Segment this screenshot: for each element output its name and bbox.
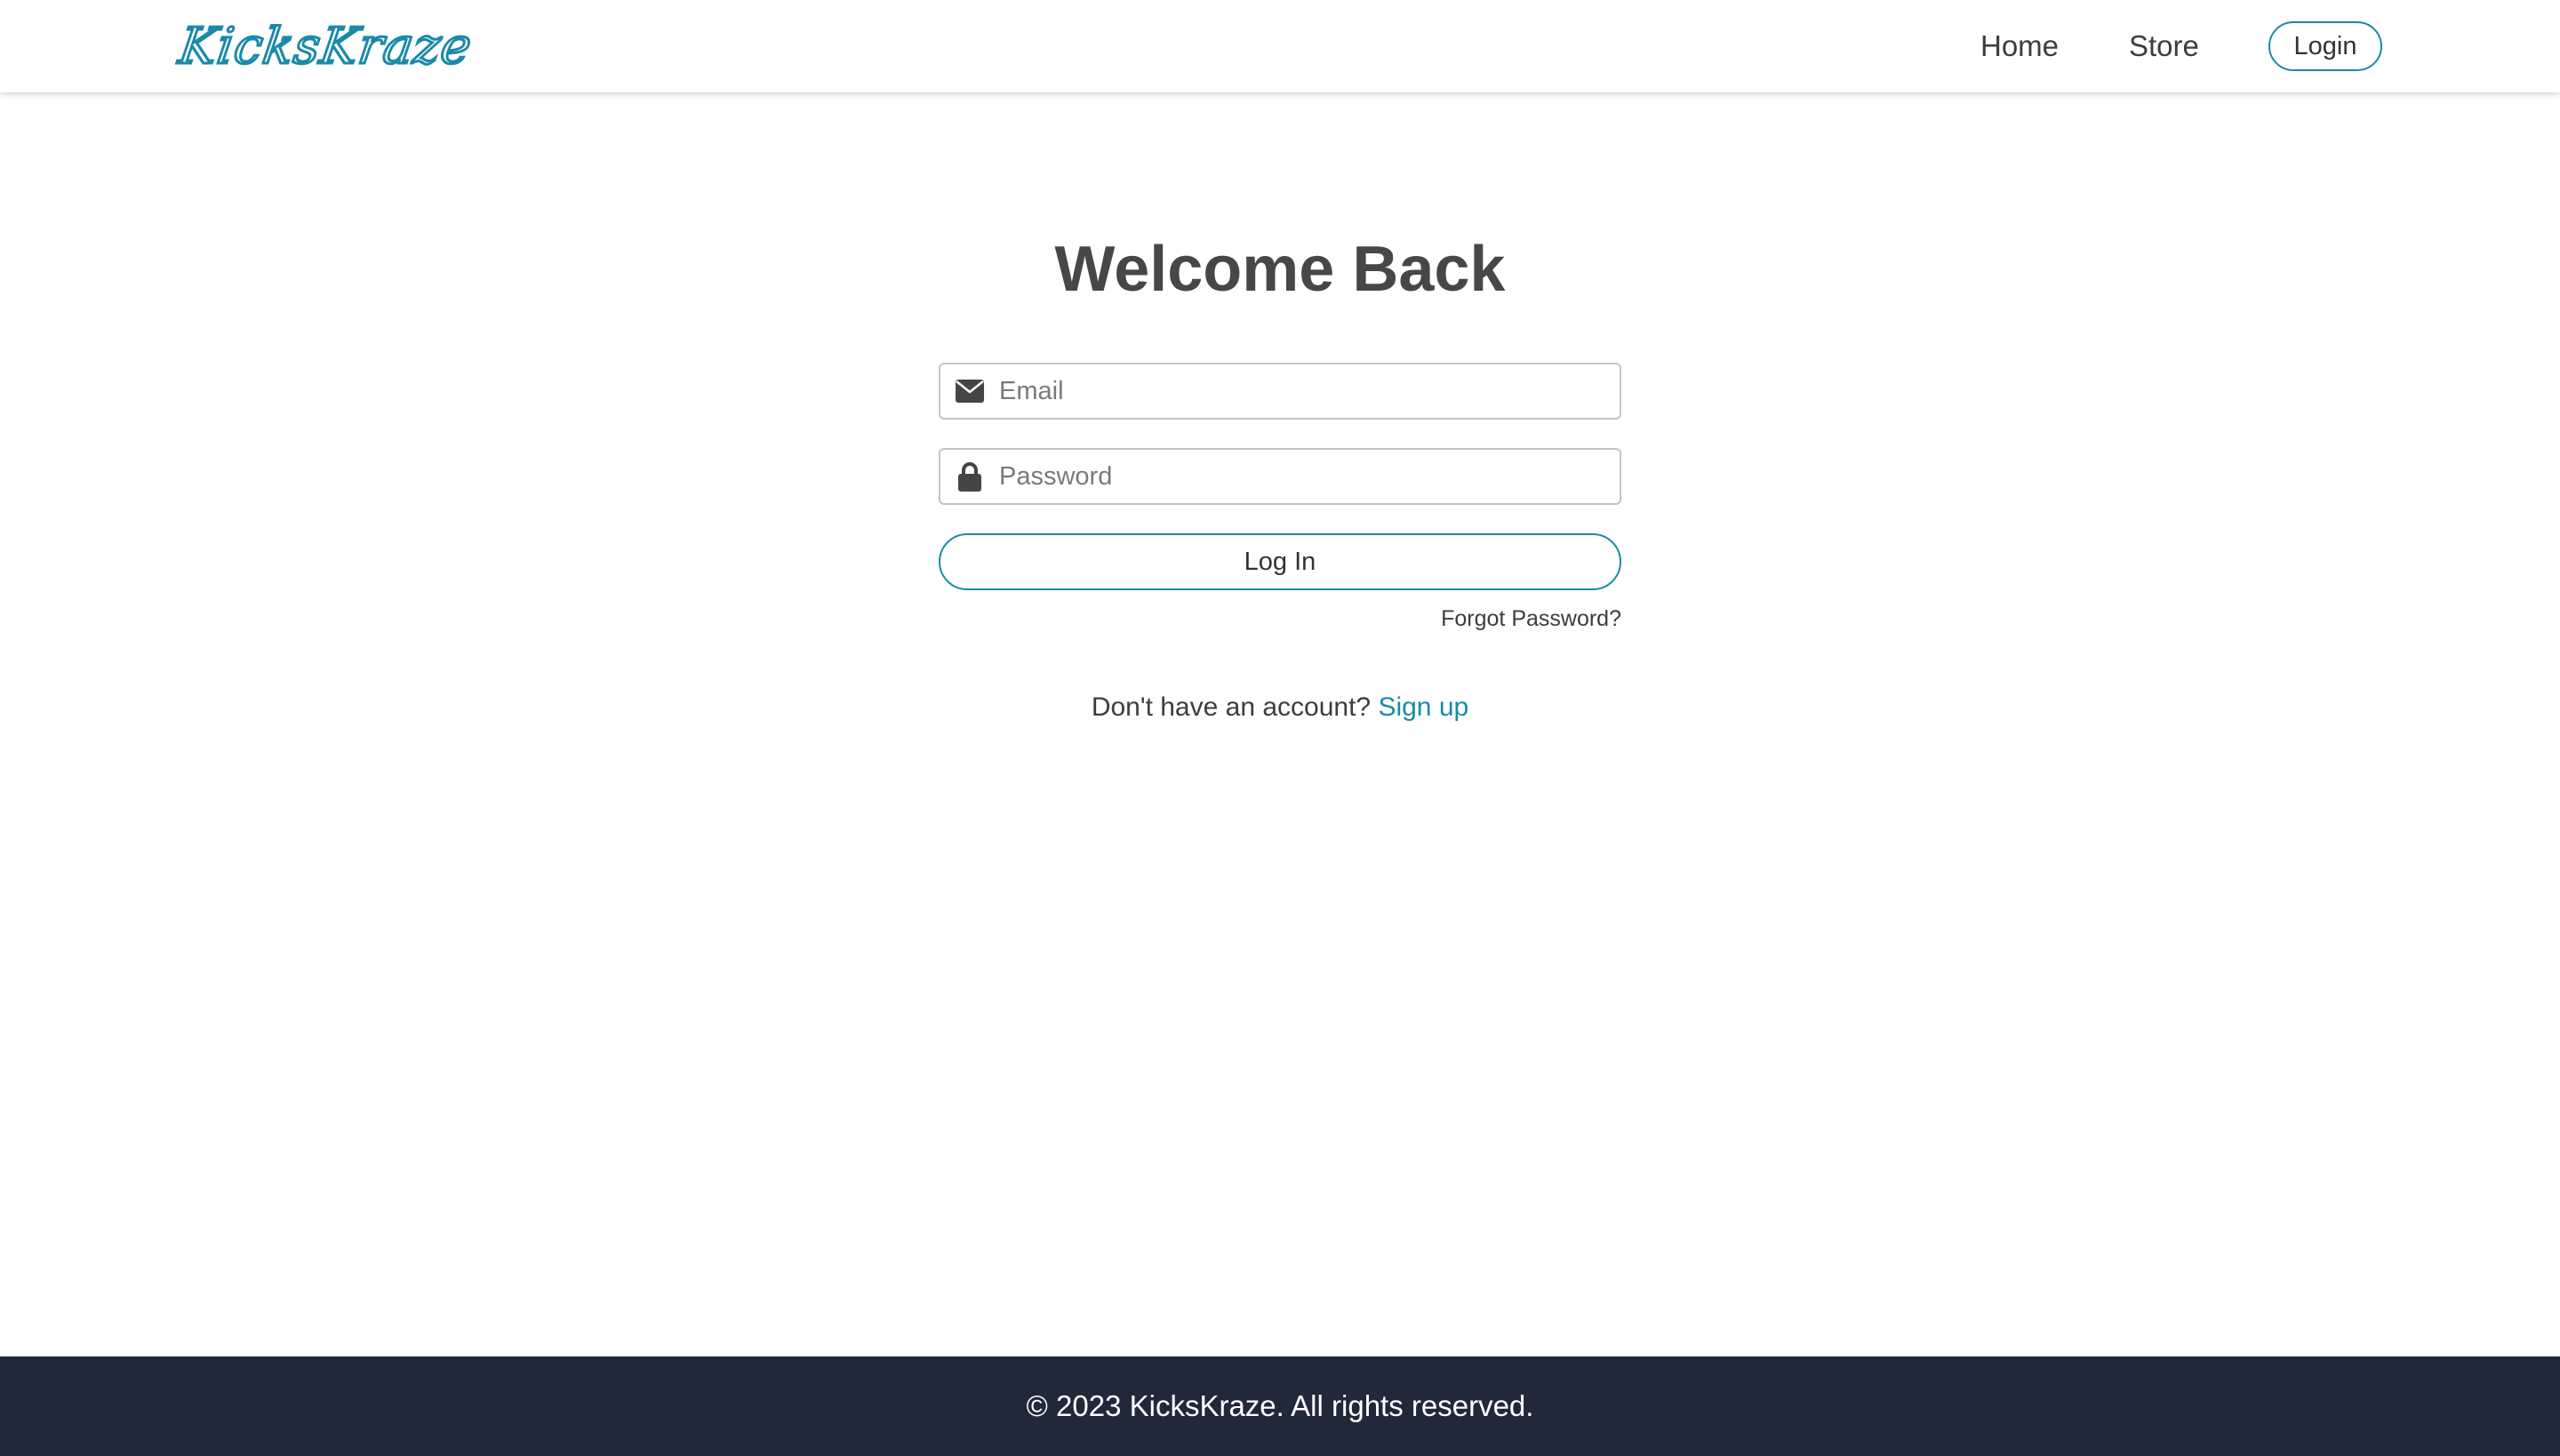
login-page: KicksKraze Home Store Login Welcome Back [0,0,2560,1456]
login-submit-button[interactable]: Log In [939,533,1621,590]
site-footer: © 2023 KicksKraze. All rights reserved. [0,1356,2560,1456]
envelope-icon [955,376,985,406]
page-title: Welcome Back [1054,234,1506,305]
email-field[interactable] [939,363,1621,420]
lock-icon [955,461,985,492]
site-header: KicksKraze Home Store Login [0,0,2560,92]
password-field[interactable] [939,448,1621,505]
header-login-button[interactable]: Login [2268,21,2382,71]
site-logo[interactable]: KicksKraze [174,16,477,78]
password-input[interactable] [999,452,1604,501]
nav-store-link[interactable]: Store [2129,27,2199,66]
signup-prompt: Don't have an account? Sign up [0,690,2560,725]
nav-home-link[interactable]: Home [1980,27,2059,66]
signup-prompt-text: Don't have an account? [1091,692,1379,722]
footer-copyright: © 2023 KicksKraze. All rights reserved. [1026,1389,1534,1422]
forgot-password-link[interactable]: Forgot Password? [1333,604,1621,633]
signup-link[interactable]: Sign up [1378,692,1468,722]
email-input[interactable] [999,366,1604,416]
